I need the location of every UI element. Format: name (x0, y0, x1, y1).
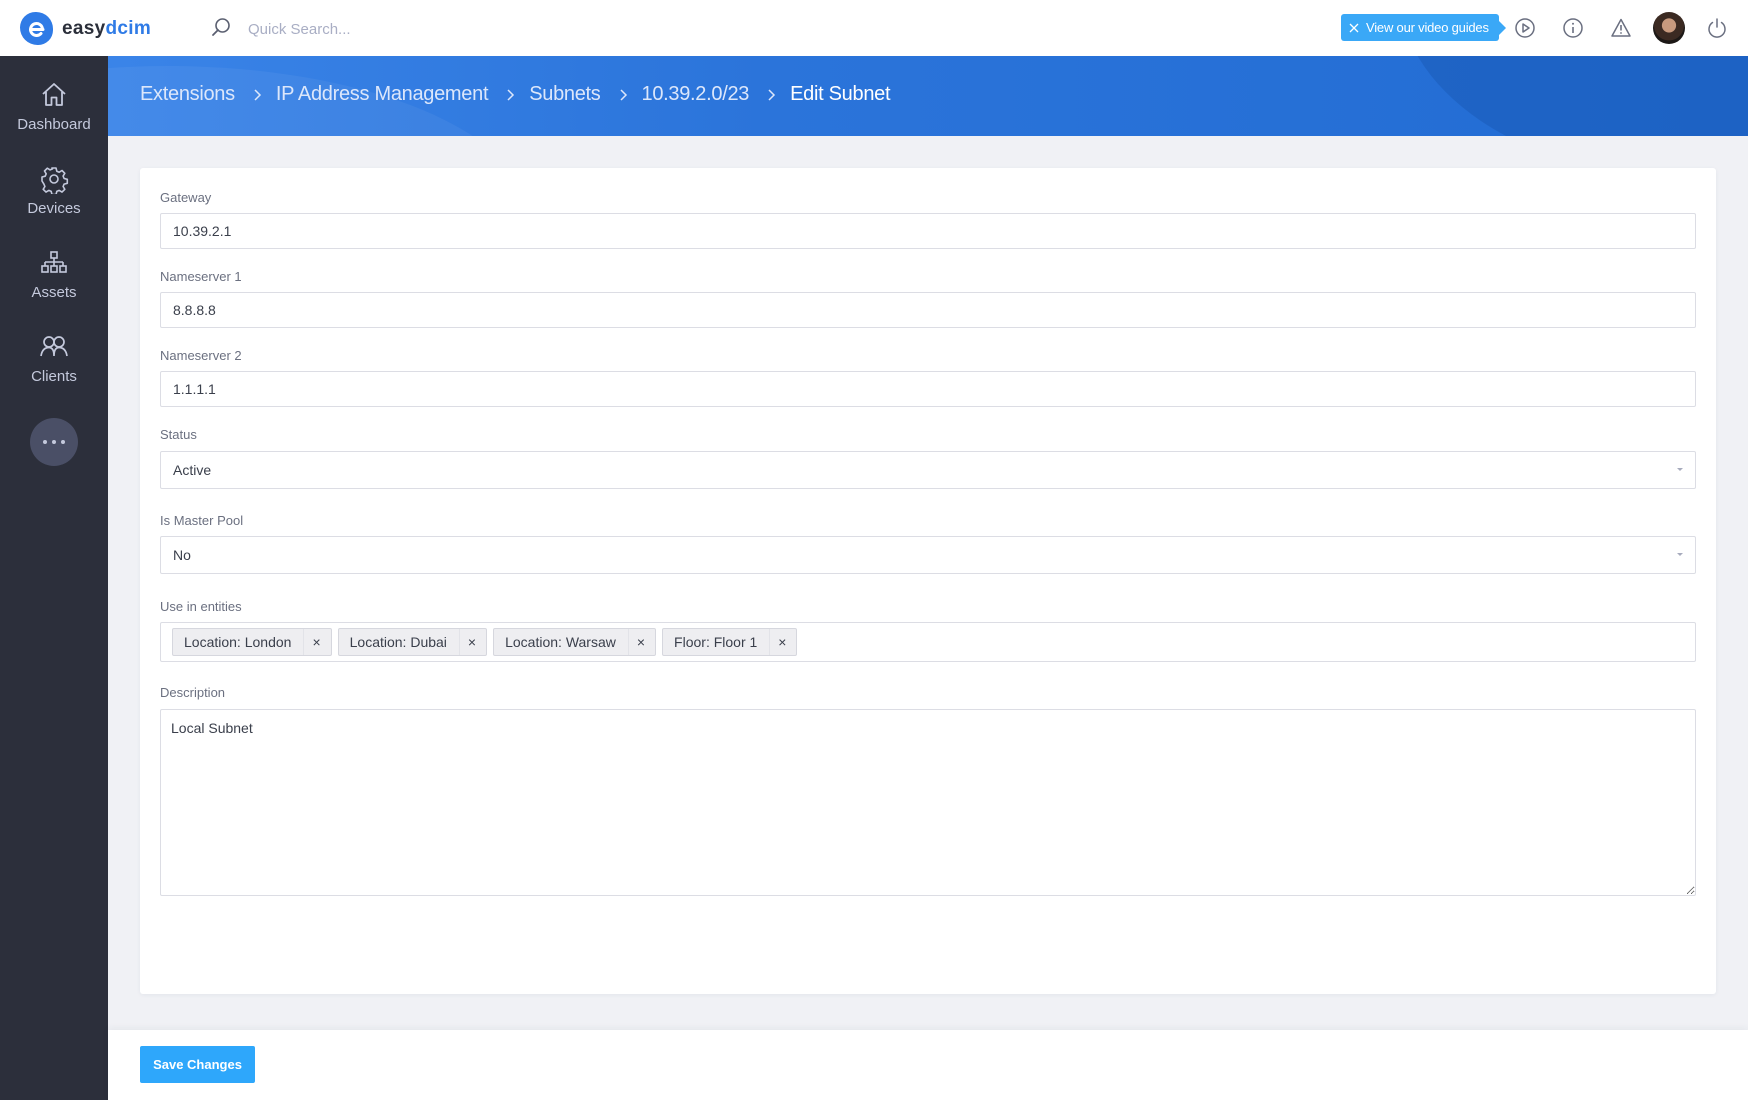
nameserver2-input[interactable] (160, 371, 1696, 407)
logo-text: easydcim (62, 17, 152, 39)
power-icon[interactable] (1705, 16, 1729, 40)
breadcrumb-ipam[interactable]: IP Address Management (276, 83, 489, 106)
top-header: easydcim View our video guides (0, 0, 1748, 56)
remove-tag-icon[interactable]: × (458, 629, 486, 655)
logo-icon (20, 12, 53, 45)
remove-tag-icon[interactable]: × (627, 629, 655, 655)
status-select[interactable]: Active (160, 451, 1696, 489)
sidebar-item-assets[interactable]: Assets (0, 248, 108, 301)
remove-tag-icon[interactable]: × (769, 629, 796, 655)
nameserver1-label: Nameserver 1 (160, 269, 242, 284)
play-circle-icon[interactable] (1513, 16, 1537, 40)
video-guides-label: View our video guides (1366, 20, 1489, 35)
master-pool-select[interactable]: No (160, 536, 1696, 574)
description-textarea[interactable]: Local Subnet (160, 709, 1696, 896)
gear-icon (39, 164, 69, 194)
breadcrumb-subnets[interactable]: Subnets (529, 83, 601, 106)
page-banner: Extensions IP Address Management Subnets… (108, 56, 1748, 136)
breadcrumb-extensions[interactable]: Extensions (140, 83, 235, 106)
entities-multiselect[interactable]: Location: London × Location: Dubai × Loc… (160, 622, 1696, 662)
entity-tag: Location: London × (172, 628, 332, 656)
search-icon (210, 16, 232, 43)
chevron-right-icon (619, 88, 628, 102)
avatar[interactable] (1653, 12, 1685, 44)
sidebar-item-clients[interactable]: Clients (0, 332, 108, 385)
nameserver1-input[interactable] (160, 292, 1696, 328)
search-input[interactable] (248, 21, 508, 38)
remove-tag-icon[interactable]: × (303, 629, 330, 655)
logo[interactable]: easydcim (20, 12, 151, 45)
form-footer: Save Changes (108, 1030, 1748, 1100)
caret-down-icon (1677, 553, 1683, 556)
sidebar-item-label: Clients (31, 368, 77, 385)
page-title: Edit Subnet (790, 83, 891, 105)
users-icon (39, 332, 69, 362)
home-icon (39, 80, 69, 110)
video-guides-banner[interactable]: View our video guides (1341, 14, 1506, 41)
entity-tag: Floor: Floor 1 × (662, 628, 798, 656)
chevron-right-icon (253, 88, 262, 102)
chevron-right-icon (506, 88, 515, 102)
sidebar-item-label: Assets (31, 284, 77, 301)
entity-tag: Location: Warsaw × (493, 628, 657, 656)
description-label: Description (160, 685, 226, 700)
nameserver2-label: Nameserver 2 (160, 348, 242, 363)
status-label: Status (160, 427, 197, 442)
sidebar: Dashboard Devices Assets Clients (0, 56, 108, 1100)
info-icon[interactable] (1561, 16, 1585, 40)
warning-icon[interactable] (1609, 16, 1633, 40)
sidebar-item-label: Devices (27, 200, 81, 217)
master-pool-value: No (173, 547, 191, 563)
sidebar-item-label: Dashboard (17, 116, 91, 133)
master-pool-label: Is Master Pool (160, 513, 244, 528)
breadcrumb: Extensions IP Address Management Subnets… (140, 83, 891, 106)
chevron-right-icon (767, 88, 776, 102)
hierarchy-icon (39, 248, 69, 278)
save-button[interactable]: Save Changes (140, 1046, 255, 1083)
close-icon[interactable] (1349, 23, 1359, 33)
status-value: Active (173, 462, 212, 478)
more-icon[interactable] (30, 418, 78, 466)
gateway-input[interactable] (160, 213, 1696, 249)
breadcrumb-subnet[interactable]: 10.39.2.0/23 (642, 83, 750, 106)
entities-label: Use in entities (160, 599, 242, 614)
edit-subnet-form: Gateway Nameserver 1 Nameserver 2 Status… (140, 168, 1716, 994)
caret-down-icon (1677, 468, 1683, 471)
gateway-label: Gateway (160, 190, 212, 205)
sidebar-item-dashboard[interactable]: Dashboard (0, 80, 108, 133)
quick-search (210, 16, 508, 43)
entity-tag: Location: Dubai × (337, 628, 488, 656)
sidebar-item-devices[interactable]: Devices (0, 164, 108, 217)
